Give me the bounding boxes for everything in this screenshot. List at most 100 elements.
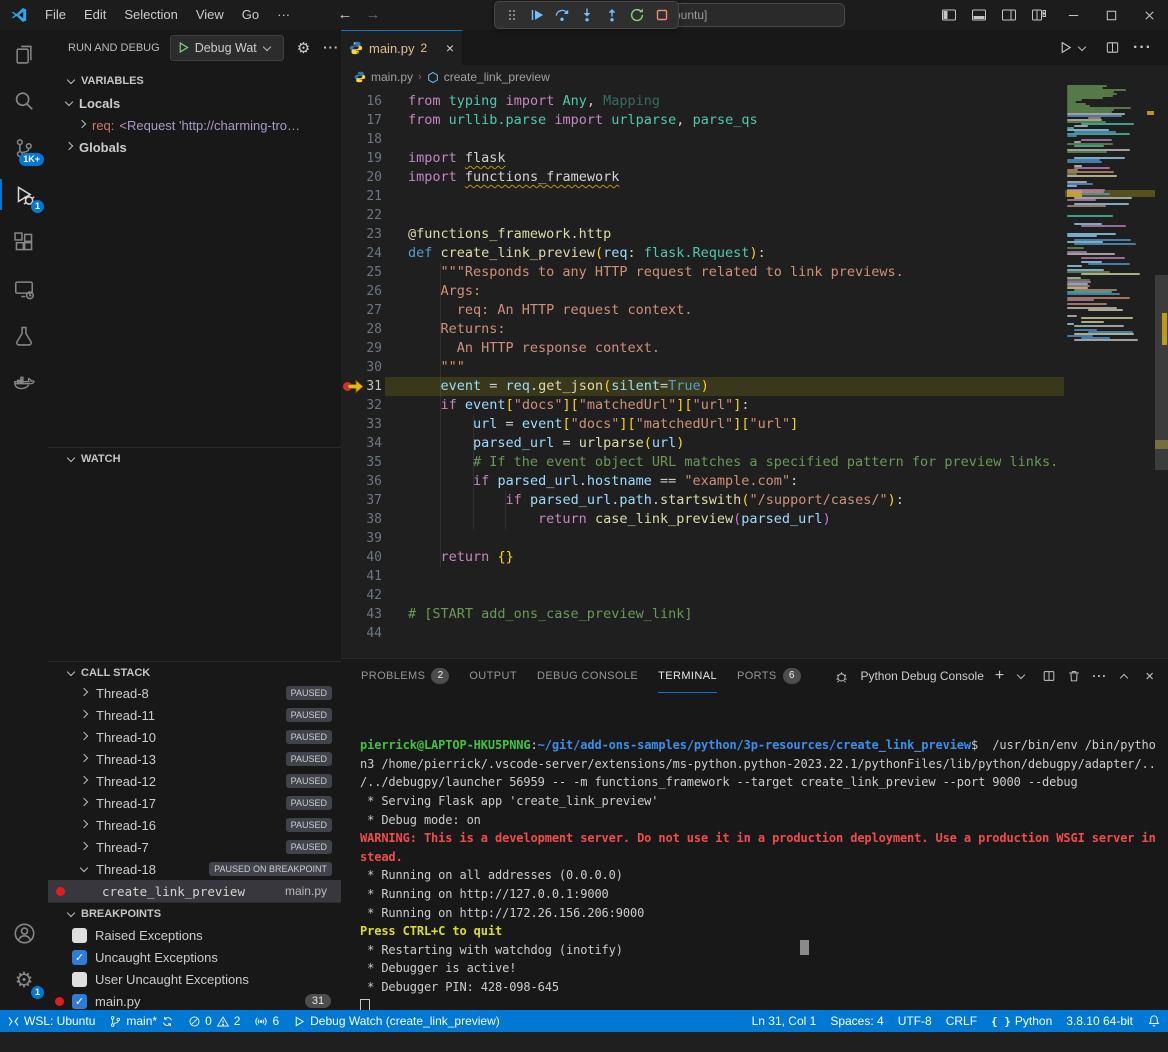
breakpoint-row[interactable]: ✓Uncaught Exceptions bbox=[48, 946, 341, 968]
back-arrow[interactable]: ← bbox=[332, 0, 358, 30]
code-line-27[interactable]: 27 req: An HTTP request context. bbox=[341, 301, 1168, 320]
source-control-icon[interactable]: 1K+ bbox=[0, 124, 48, 171]
minimize-button[interactable] bbox=[1054, 0, 1092, 30]
terminal-dropdown-icon[interactable] bbox=[1017, 671, 1025, 679]
debug-step-over-button[interactable] bbox=[549, 3, 574, 27]
code-line-21[interactable]: 21 bbox=[341, 187, 1168, 206]
line-number[interactable]: 16 bbox=[341, 92, 382, 111]
debug-restart-button[interactable] bbox=[624, 3, 649, 27]
kill-terminal-icon[interactable] bbox=[1067, 669, 1081, 683]
breakpoint-row[interactable]: ✓main.py31 bbox=[48, 990, 341, 1012]
code-area[interactable]: 16from typing import Any, Mapping17from … bbox=[341, 92, 1168, 658]
debug-step-into-button[interactable] bbox=[574, 3, 599, 27]
search-icon[interactable] bbox=[0, 77, 48, 124]
accounts-icon[interactable] bbox=[0, 910, 48, 957]
line-number[interactable]: 32 bbox=[341, 396, 382, 415]
line-number[interactable]: 18 bbox=[341, 130, 382, 149]
customize-layout-icon[interactable] bbox=[1024, 0, 1054, 30]
line-number[interactable]: 22 bbox=[341, 206, 382, 225]
code-line-24[interactable]: 24def create_link_preview(req: flask.Req… bbox=[341, 244, 1168, 263]
explorer-icon[interactable] bbox=[0, 30, 48, 77]
callstack-thread-10[interactable]: Thread-10PAUSED bbox=[48, 726, 341, 748]
code-line-20[interactable]: 20import functions_framework bbox=[341, 168, 1168, 187]
line-number[interactable]: 35 bbox=[341, 453, 382, 472]
panel-tab-debug-console[interactable]: DEBUG CONSOLE bbox=[537, 659, 638, 693]
python-interpreter-item[interactable]: 3.8.10 64-bit bbox=[1059, 1010, 1140, 1032]
code-line-17[interactable]: 17from urllib.parse import urlparse, par… bbox=[341, 111, 1168, 130]
breadcrumb-file[interactable]: main.py bbox=[371, 70, 413, 84]
line-number[interactable]: 43 bbox=[341, 605, 382, 624]
line-number[interactable]: 42 bbox=[341, 586, 382, 605]
forward-arrow[interactable]: → bbox=[360, 0, 386, 30]
code-line-25[interactable]: 25 """Responds to any HTTP request relat… bbox=[341, 263, 1168, 282]
debug-stop-button[interactable] bbox=[649, 3, 674, 27]
variable-req-row[interactable]: req: <Request 'http://charming-tro… bbox=[48, 114, 341, 136]
line-number[interactable]: 28 bbox=[341, 320, 382, 339]
checkbox[interactable]: ✓ bbox=[72, 950, 87, 965]
minimap[interactable] bbox=[1065, 85, 1155, 350]
code-line-34[interactable]: 34 parsed_url = urlparse(url) bbox=[341, 434, 1168, 453]
menu-···[interactable]: ··· bbox=[268, 0, 299, 30]
line-number[interactable]: 34 bbox=[341, 434, 382, 453]
settings-gear-icon[interactable]: ⚙ 1 bbox=[0, 957, 48, 1004]
breakpoint-row[interactable]: User Uncaught Exceptions bbox=[48, 968, 341, 990]
encoding-item[interactable]: UTF-8 bbox=[891, 1010, 939, 1032]
callstack-thread-13[interactable]: Thread-13PAUSED bbox=[48, 748, 341, 770]
debug-settings-gear-icon[interactable]: ⚙ bbox=[297, 39, 310, 57]
split-terminal-icon[interactable] bbox=[1042, 669, 1056, 683]
checkbox[interactable] bbox=[72, 928, 87, 943]
remote-indicator[interactable]: WSL: Ubuntu bbox=[0, 1010, 102, 1032]
callstack-thread-11[interactable]: Thread-11PAUSED bbox=[48, 704, 341, 726]
code-line-35[interactable]: 35 # If the event object URL matches a s… bbox=[341, 453, 1168, 472]
code-line-33[interactable]: 33 url = event["docs"]["matchedUrl"]["ur… bbox=[341, 415, 1168, 434]
docker-icon[interactable] bbox=[0, 359, 48, 406]
code-line-38[interactable]: 38 return case_link_preview(parsed_url) bbox=[341, 510, 1168, 529]
code-line-29[interactable]: 29 An HTTP response context. bbox=[341, 339, 1168, 358]
line-number[interactable]: 38 bbox=[341, 510, 382, 529]
code-line-31[interactable]: 31 event = req.get_json(silent=True) bbox=[341, 377, 1168, 396]
editor-scrollbar[interactable] bbox=[1155, 65, 1168, 658]
menu-view[interactable]: View bbox=[187, 0, 233, 30]
debug-status-item[interactable]: Debug Watch (create_link_preview) bbox=[286, 1010, 507, 1032]
breadcrumb[interactable]: main.py › create_link_preview bbox=[341, 65, 1168, 89]
line-number[interactable]: 19 bbox=[341, 149, 382, 168]
toggle-primary-sidebar-icon[interactable] bbox=[934, 0, 964, 30]
code-line-32[interactable]: 32 if event["docs"]["matchedUrl"]["url"]… bbox=[341, 396, 1168, 415]
line-number[interactable]: 40 bbox=[341, 548, 382, 567]
run-and-debug-icon[interactable]: 1 bbox=[0, 171, 48, 218]
debug-continue-button[interactable] bbox=[524, 3, 549, 27]
callstack-thread-8[interactable]: Thread-8PAUSED bbox=[48, 682, 341, 704]
toggle-secondary-sidebar-icon[interactable] bbox=[994, 0, 1024, 30]
panel-tab-ports[interactable]: PORTS6 bbox=[737, 659, 801, 693]
line-number[interactable]: 36 bbox=[341, 472, 382, 491]
code-line-22[interactable]: 22 bbox=[341, 206, 1168, 225]
debug-step-out-button[interactable] bbox=[599, 3, 624, 27]
line-number[interactable]: 25 bbox=[341, 263, 382, 282]
terminal-output[interactable]: pierrick@LAPTOP-HKU5PNNG:~/git/add-ons-s… bbox=[360, 699, 1158, 1052]
globals-row[interactable]: Globals bbox=[48, 136, 341, 158]
menu-file[interactable]: File bbox=[36, 0, 75, 30]
code-line-28[interactable]: 28 Returns: bbox=[341, 320, 1168, 339]
locals-row[interactable]: Locals bbox=[48, 92, 341, 114]
close-button[interactable] bbox=[1130, 0, 1168, 30]
problems-item[interactable]: 0 2 bbox=[181, 1010, 247, 1032]
run-python-file-button[interactable] bbox=[1058, 40, 1092, 55]
line-number[interactable]: 27 bbox=[341, 301, 382, 320]
callstack-thread-7[interactable]: Thread-7PAUSED bbox=[48, 836, 341, 858]
checkbox[interactable]: ✓ bbox=[72, 994, 87, 1009]
code-line-16[interactable]: 16from typing import Any, Mapping bbox=[341, 92, 1168, 111]
menu-go[interactable]: Go bbox=[233, 0, 268, 30]
code-line-39[interactable]: 39 bbox=[341, 529, 1168, 548]
watch-section-header[interactable]: WATCH bbox=[48, 447, 341, 469]
line-number[interactable]: 20 bbox=[341, 168, 382, 187]
tab-main-py[interactable]: main.py 2 × bbox=[341, 30, 463, 65]
line-number[interactable]: 30 bbox=[341, 358, 382, 377]
menu-edit[interactable]: Edit bbox=[75, 0, 115, 30]
code-line-42[interactable]: 42 bbox=[341, 586, 1168, 605]
eol-item[interactable]: CRLF bbox=[939, 1010, 984, 1032]
maximize-panel-icon[interactable] bbox=[1120, 673, 1128, 681]
tab-close-icon[interactable]: × bbox=[446, 40, 454, 56]
line-number[interactable]: 23 bbox=[341, 225, 382, 244]
code-line-23[interactable]: 23@functions_framework.http bbox=[341, 225, 1168, 244]
line-number[interactable]: 41 bbox=[341, 567, 382, 586]
